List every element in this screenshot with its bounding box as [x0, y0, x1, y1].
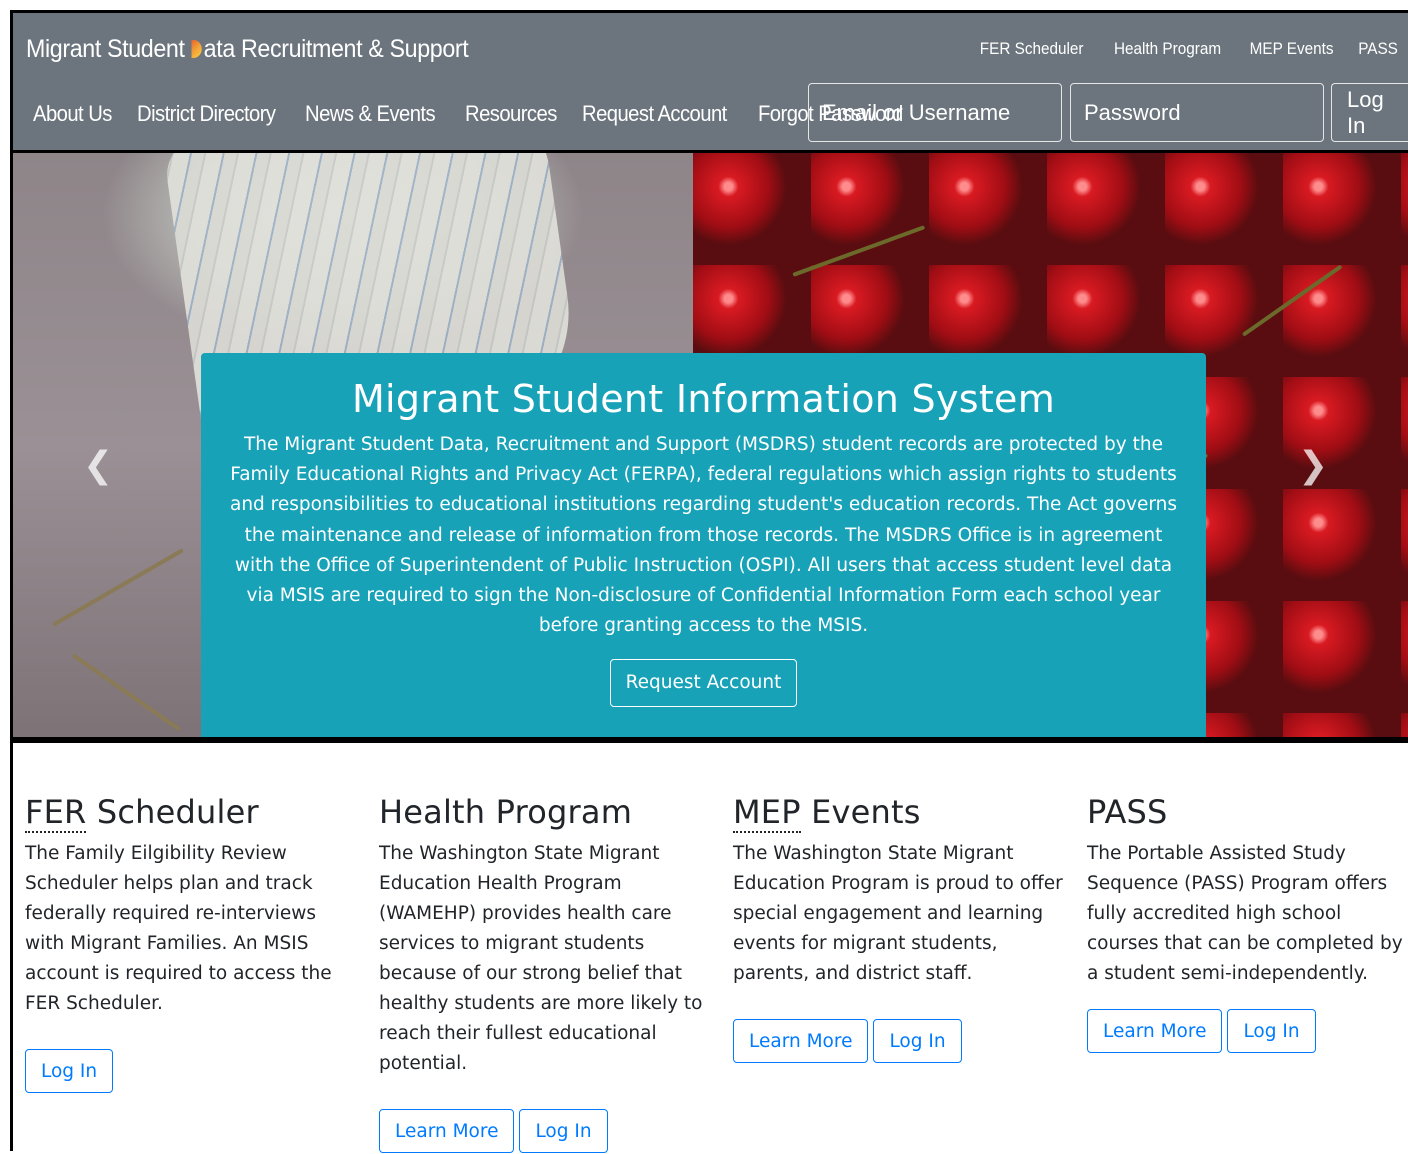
card-text: The Family Eilgibility Review Scheduler …: [25, 843, 332, 1014]
nav-request-account[interactable]: Request Account: [582, 101, 727, 127]
login-button[interactable]: Log In: [25, 1049, 114, 1093]
learn-more-button[interactable]: Learn More: [1087, 1009, 1223, 1053]
card-mep-events: MEP Events The Washington State Migrant …: [733, 793, 1063, 1063]
hero-caption: Migrant Student Information System The M…: [201, 353, 1206, 737]
program-cards: FER Scheduler The Family Eilgibility Rev…: [10, 740, 1408, 1153]
toplink-pass[interactable]: PASS: [1358, 39, 1398, 59]
nav-district-directory[interactable]: District Directory: [137, 101, 276, 127]
card-text: The Washington State Migrant Education H…: [379, 843, 703, 1074]
navbar: Migrant Student ata Recruitment & Suppor…: [10, 10, 1408, 153]
toplink-health-program[interactable]: Health Program: [1114, 39, 1221, 59]
login-button[interactable]: Log In: [873, 1019, 962, 1063]
request-account-button[interactable]: Request Account: [609, 659, 798, 708]
toplink-fer-scheduler[interactable]: FER Scheduler: [980, 39, 1084, 59]
card-actions: Learn More Log In: [379, 1109, 709, 1153]
hero-carousel: ❮ ❯ Migrant Student Information System T…: [10, 153, 1408, 740]
chevron-right-icon[interactable]: ❯: [1298, 448, 1328, 484]
mep-abbr: MEP: [733, 793, 801, 833]
card-title-rest: Events: [800, 793, 921, 831]
card-fer-scheduler: FER Scheduler The Family Eilgibility Rev…: [25, 793, 355, 1093]
login-button[interactable]: Log In: [519, 1109, 608, 1153]
hero-title: Migrant Student Information System: [351, 377, 1056, 421]
card-text: The Portable Assisted Study Sequence (PA…: [1087, 843, 1403, 984]
card-text: The Washington State Migrant Education P…: [733, 843, 1063, 984]
card-actions: Learn More Log In: [1087, 1009, 1407, 1053]
card-title: PASS: [1087, 793, 1168, 831]
card-actions: Learn More Log In: [733, 1019, 1063, 1063]
nav-news-events[interactable]: News & Events: [305, 101, 436, 127]
login-button[interactable]: Log In: [1227, 1009, 1316, 1053]
brand-prefix: Migrant Student: [26, 35, 191, 63]
login-button[interactable]: Log In: [1331, 83, 1408, 142]
toplink-mep-events[interactable]: MEP Events: [1249, 39, 1333, 59]
nav-about-us[interactable]: About Us: [33, 101, 112, 127]
card-title: FER Scheduler: [25, 793, 355, 833]
password-input[interactable]: [1070, 83, 1324, 142]
card-title: Health Program: [379, 793, 633, 831]
card-title: MEP Events: [733, 793, 1063, 833]
nav-resources[interactable]: Resources: [465, 101, 557, 127]
main-nav: About Us District Directory News & Event…: [33, 101, 933, 127]
card-pass: PASS The Portable Assisted Study Sequenc…: [1087, 793, 1407, 1053]
card-health-program: Health Program The Washington State Migr…: [379, 793, 709, 1153]
brand-suffix: ata Recruitment & Support: [203, 35, 469, 63]
top-links: FER Scheduler Health Program MEP Events …: [974, 39, 1400, 59]
card-actions: Log In: [25, 1049, 355, 1093]
fer-abbr: FER: [25, 793, 87, 833]
email-input[interactable]: [808, 83, 1062, 142]
logo-icon: [191, 40, 202, 58]
hero-body: The Migrant Student Data, Recruitment an…: [230, 434, 1177, 637]
learn-more-button[interactable]: Learn More: [379, 1109, 515, 1153]
chevron-left-icon[interactable]: ❮: [83, 448, 113, 484]
brand[interactable]: Migrant Student ata Recruitment & Suppor…: [26, 35, 469, 64]
card-title-rest: Scheduler: [86, 793, 259, 831]
learn-more-button[interactable]: Learn More: [733, 1019, 869, 1063]
